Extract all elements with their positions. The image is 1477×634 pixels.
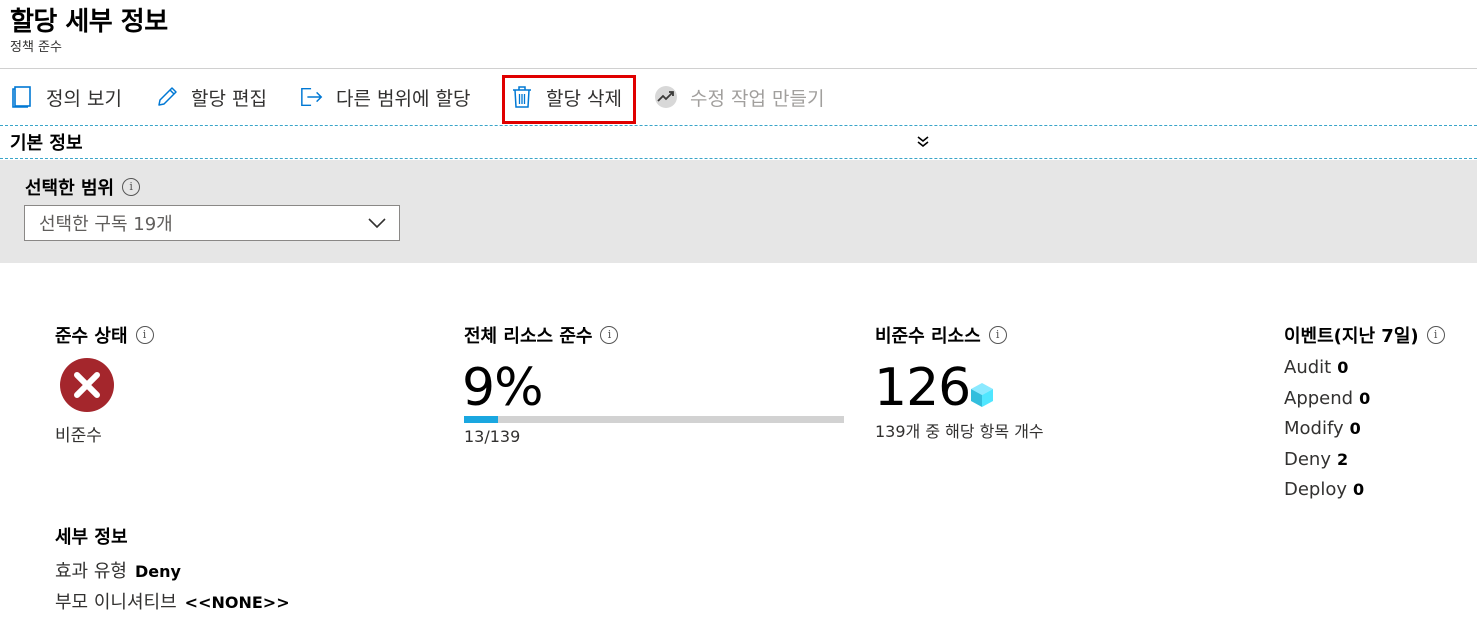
page-subtitle: 정책 준수 — [10, 40, 62, 55]
error-x-circle-icon — [59, 357, 115, 413]
compliance-state-header: 준수 상태 i — [55, 322, 154, 348]
overall-compliance-fraction: 13/139 — [464, 427, 521, 446]
compliance-progress-fill — [464, 416, 499, 423]
noncompliant-resources-count[interactable]: 126 — [874, 358, 971, 418]
chevron-down-icon — [367, 215, 387, 236]
compliance-state-label: 준수 상태 — [55, 326, 128, 347]
assign-to-another-scope-button[interactable]: 다른 범위에 할당 — [300, 72, 470, 122]
command-toolbar: 정의 보기 할당 편집 다른 범위에 할당 할당 삭제 수정 작업 만들기 — [0, 72, 1477, 122]
parent-initiative-row: 부모 이니셔티브 <<NONE>> — [55, 588, 290, 614]
effect-type-label: 효과 유형 — [55, 561, 127, 582]
sign-out-arrow-icon — [300, 85, 324, 109]
compliance-state-value: 비준수 — [55, 426, 102, 446]
overall-compliance-percent: 9% — [462, 358, 543, 418]
info-icon[interactable]: i — [1426, 326, 1445, 344]
events-header: 이벤트(지난 7일) i — [1284, 322, 1445, 348]
events-label: 이벤트(지난 7일) — [1284, 326, 1419, 347]
double-chevron-down-icon[interactable] — [914, 133, 932, 151]
scope-selected-value: 선택한 구독 19개 — [39, 214, 173, 235]
highlight-box — [502, 75, 636, 124]
assign-to-another-scope-label: 다른 범위에 할당 — [336, 87, 471, 110]
overall-compliance-header: 전체 리소스 준수 i — [464, 322, 619, 348]
event-row-deny[interactable]: Deny 2 — [1284, 446, 1370, 477]
event-row-append[interactable]: Append 0 — [1284, 385, 1370, 416]
essentials-label: 기본 정보 — [10, 133, 83, 154]
event-row-modify[interactable]: Modify 0 — [1284, 415, 1370, 446]
create-remediation-task-button[interactable]: 수정 작업 만들기 — [654, 72, 824, 122]
page-header: 할당 세부 정보 정책 준수 — [10, 4, 168, 56]
view-definition-button[interactable]: 정의 보기 — [10, 72, 122, 122]
noncompliant-resources-caption: 139개 중 해당 항목 개수 — [875, 422, 1044, 441]
scope-dropdown[interactable]: 선택한 구독 19개 — [24, 205, 400, 241]
info-icon[interactable]: i — [600, 326, 619, 344]
noncompliant-resources-header: 비준수 리소스 i — [875, 322, 1007, 348]
event-row-deploy[interactable]: Deploy 0 — [1284, 476, 1370, 507]
events-list: Audit 0 Append 0 Modify 0 Deny 2 Deploy 0 — [1284, 354, 1370, 507]
create-remediation-task-label: 수정 작업 만들기 — [690, 87, 825, 110]
cube-icon — [968, 381, 996, 409]
parent-initiative-label: 부모 이니셔티브 — [55, 592, 177, 613]
toolbar-divider — [0, 68, 1477, 69]
details-heading: 세부 정보 — [55, 527, 128, 548]
info-icon[interactable]: i — [988, 326, 1007, 344]
scope-label-text: 선택한 범위 — [25, 178, 115, 199]
noncompliant-resources-label: 비준수 리소스 — [875, 326, 981, 347]
pencil-icon — [155, 85, 179, 109]
essentials-bar[interactable]: 기본 정보 — [0, 126, 1477, 158]
info-icon[interactable]: i — [135, 326, 154, 344]
event-row-audit[interactable]: Audit 0 — [1284, 354, 1370, 385]
edit-assignment-label: 할당 편집 — [191, 87, 267, 110]
scope-label: 선택한 범위 i — [25, 174, 141, 200]
scope-panel: 선택한 범위 i 선택한 구독 19개 — [0, 160, 1477, 263]
book-icon — [10, 85, 34, 109]
edit-assignment-button[interactable]: 할당 편집 — [155, 72, 267, 122]
view-definition-label: 정의 보기 — [46, 87, 122, 110]
trend-icon — [654, 85, 678, 109]
page-title: 할당 세부 정보 — [10, 7, 168, 37]
overall-compliance-label: 전체 리소스 준수 — [464, 326, 593, 347]
effect-type-row: 효과 유형 Deny — [55, 557, 181, 583]
essentials-bottom-border — [0, 158, 1477, 159]
info-icon[interactable]: i — [122, 178, 141, 196]
effect-type-value: Deny — [134, 562, 181, 581]
compliance-progress-bar — [464, 416, 844, 423]
parent-initiative-value: <<NONE>> — [184, 593, 290, 612]
